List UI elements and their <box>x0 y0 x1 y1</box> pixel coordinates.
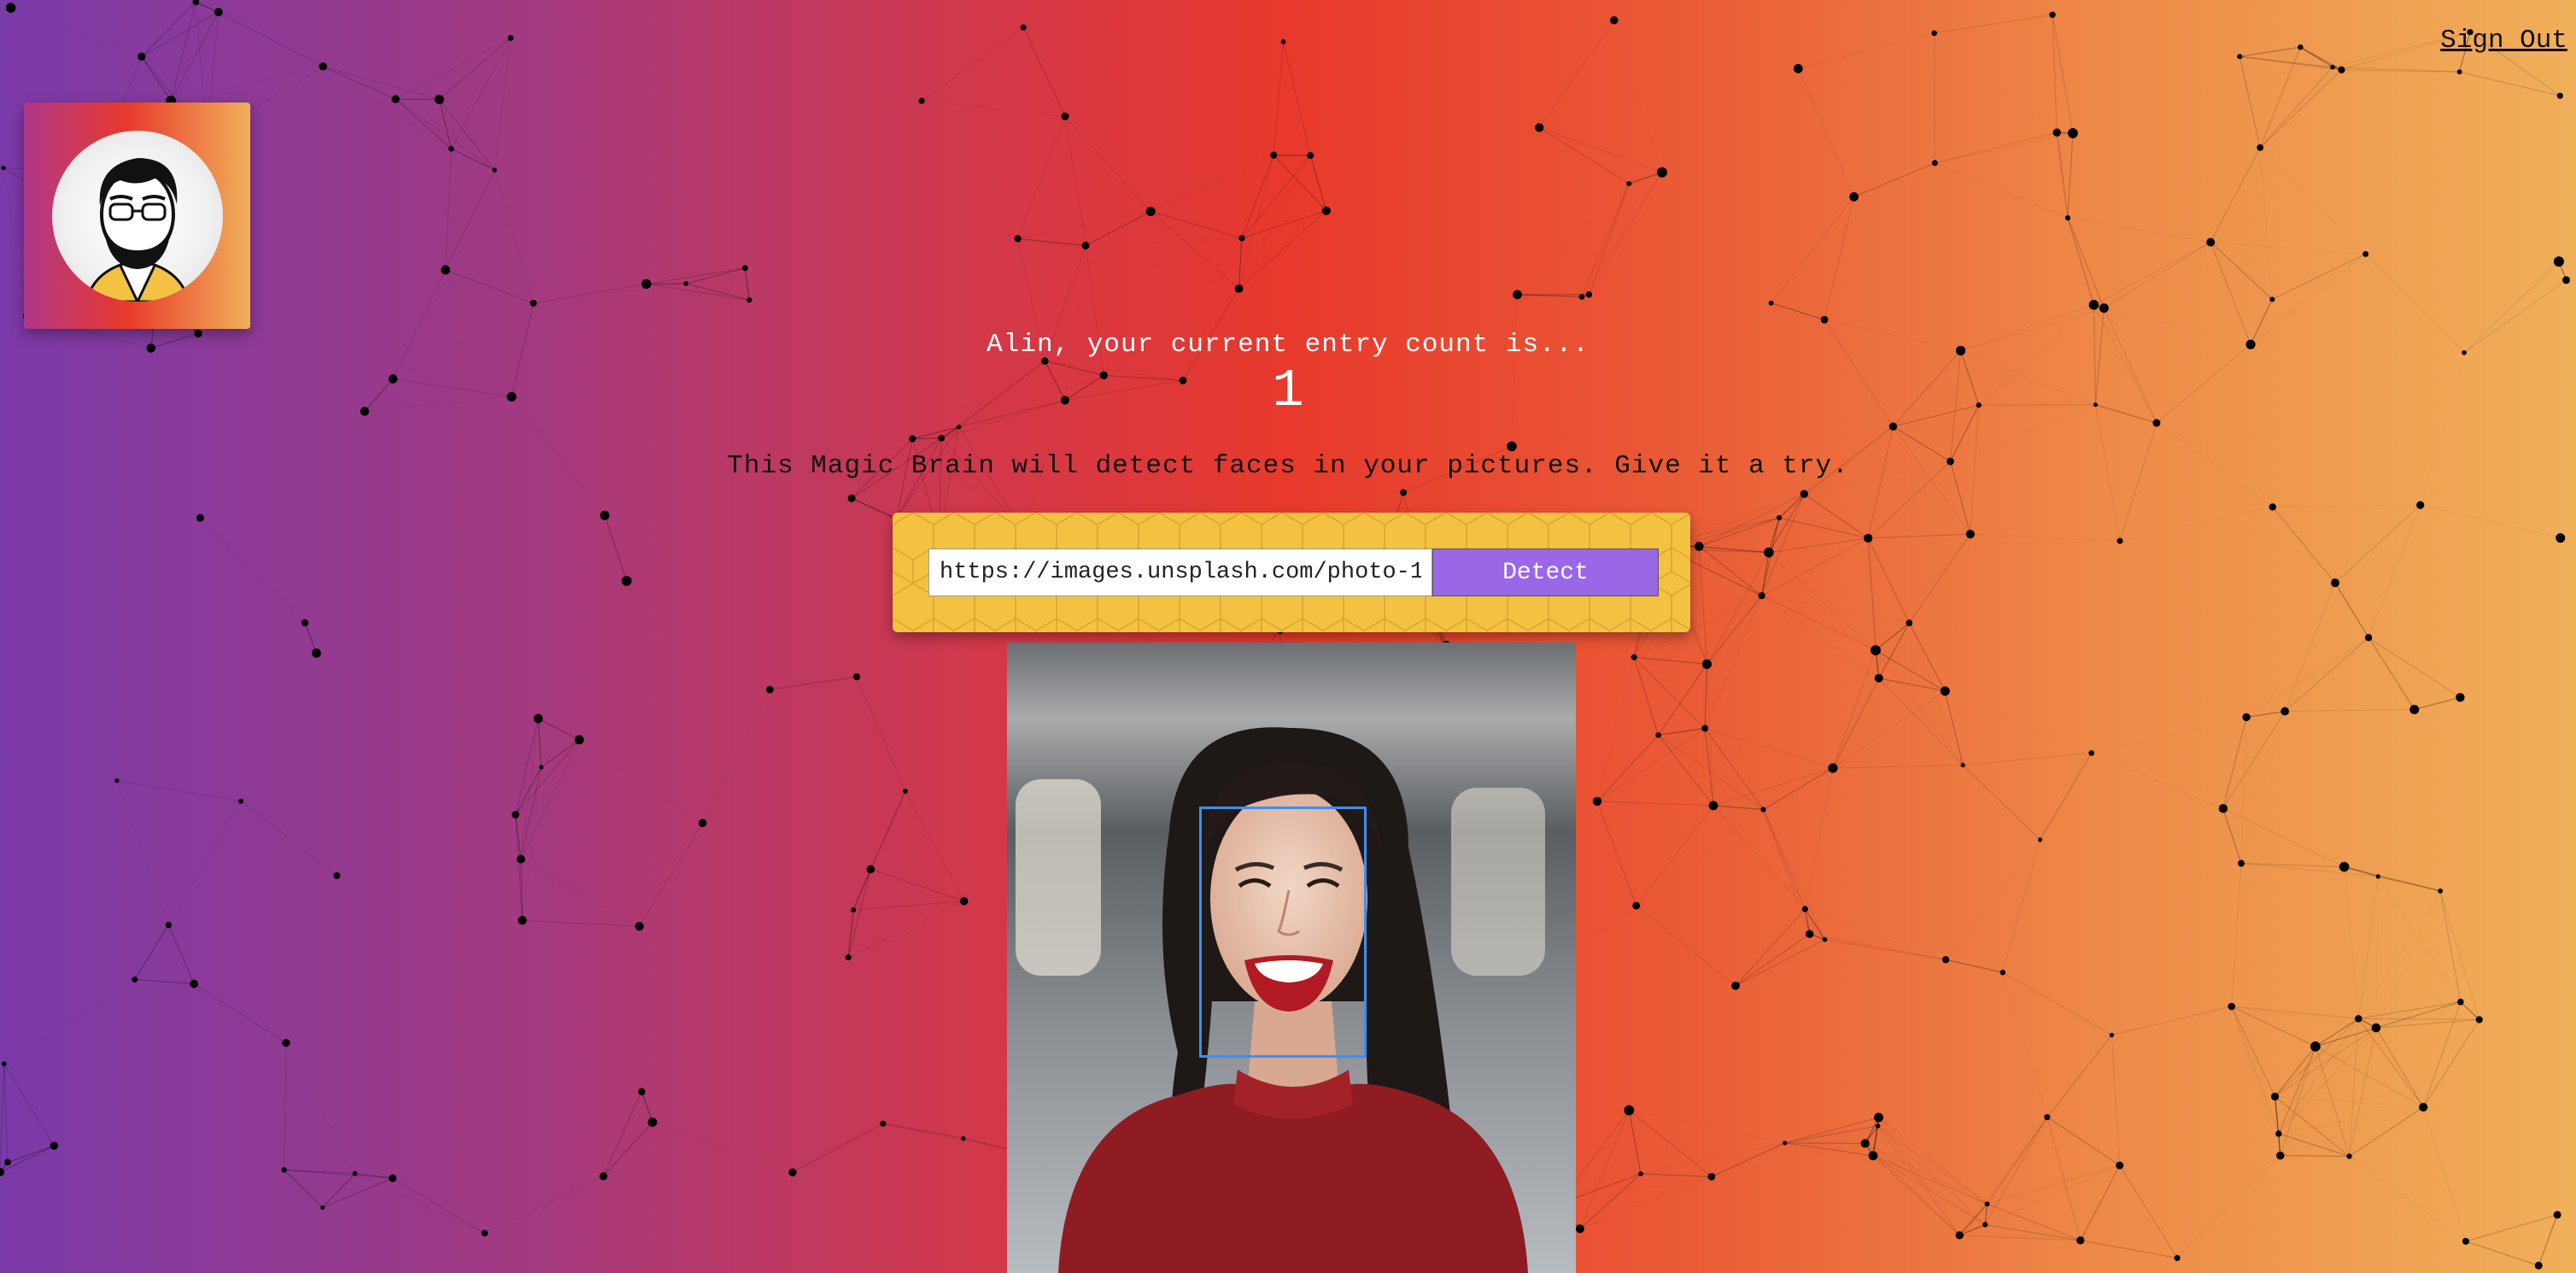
avatar-portrait-icon <box>51 130 223 302</box>
image-url-input[interactable] <box>928 549 1432 596</box>
image-link-form: Detect <box>893 513 1690 632</box>
logo-card <box>24 103 250 329</box>
entry-count-greeting: Alin, your current entry count is... <box>986 330 1590 360</box>
intro-text: This Magic Brain will detect faces in yo… <box>727 451 1849 481</box>
sign-out-link[interactable]: Sign Out <box>2440 26 2567 56</box>
entry-count-value: 1 <box>1272 361 1304 421</box>
face-bounding-box <box>1199 807 1367 1058</box>
detect-button[interactable]: Detect <box>1432 549 1659 596</box>
